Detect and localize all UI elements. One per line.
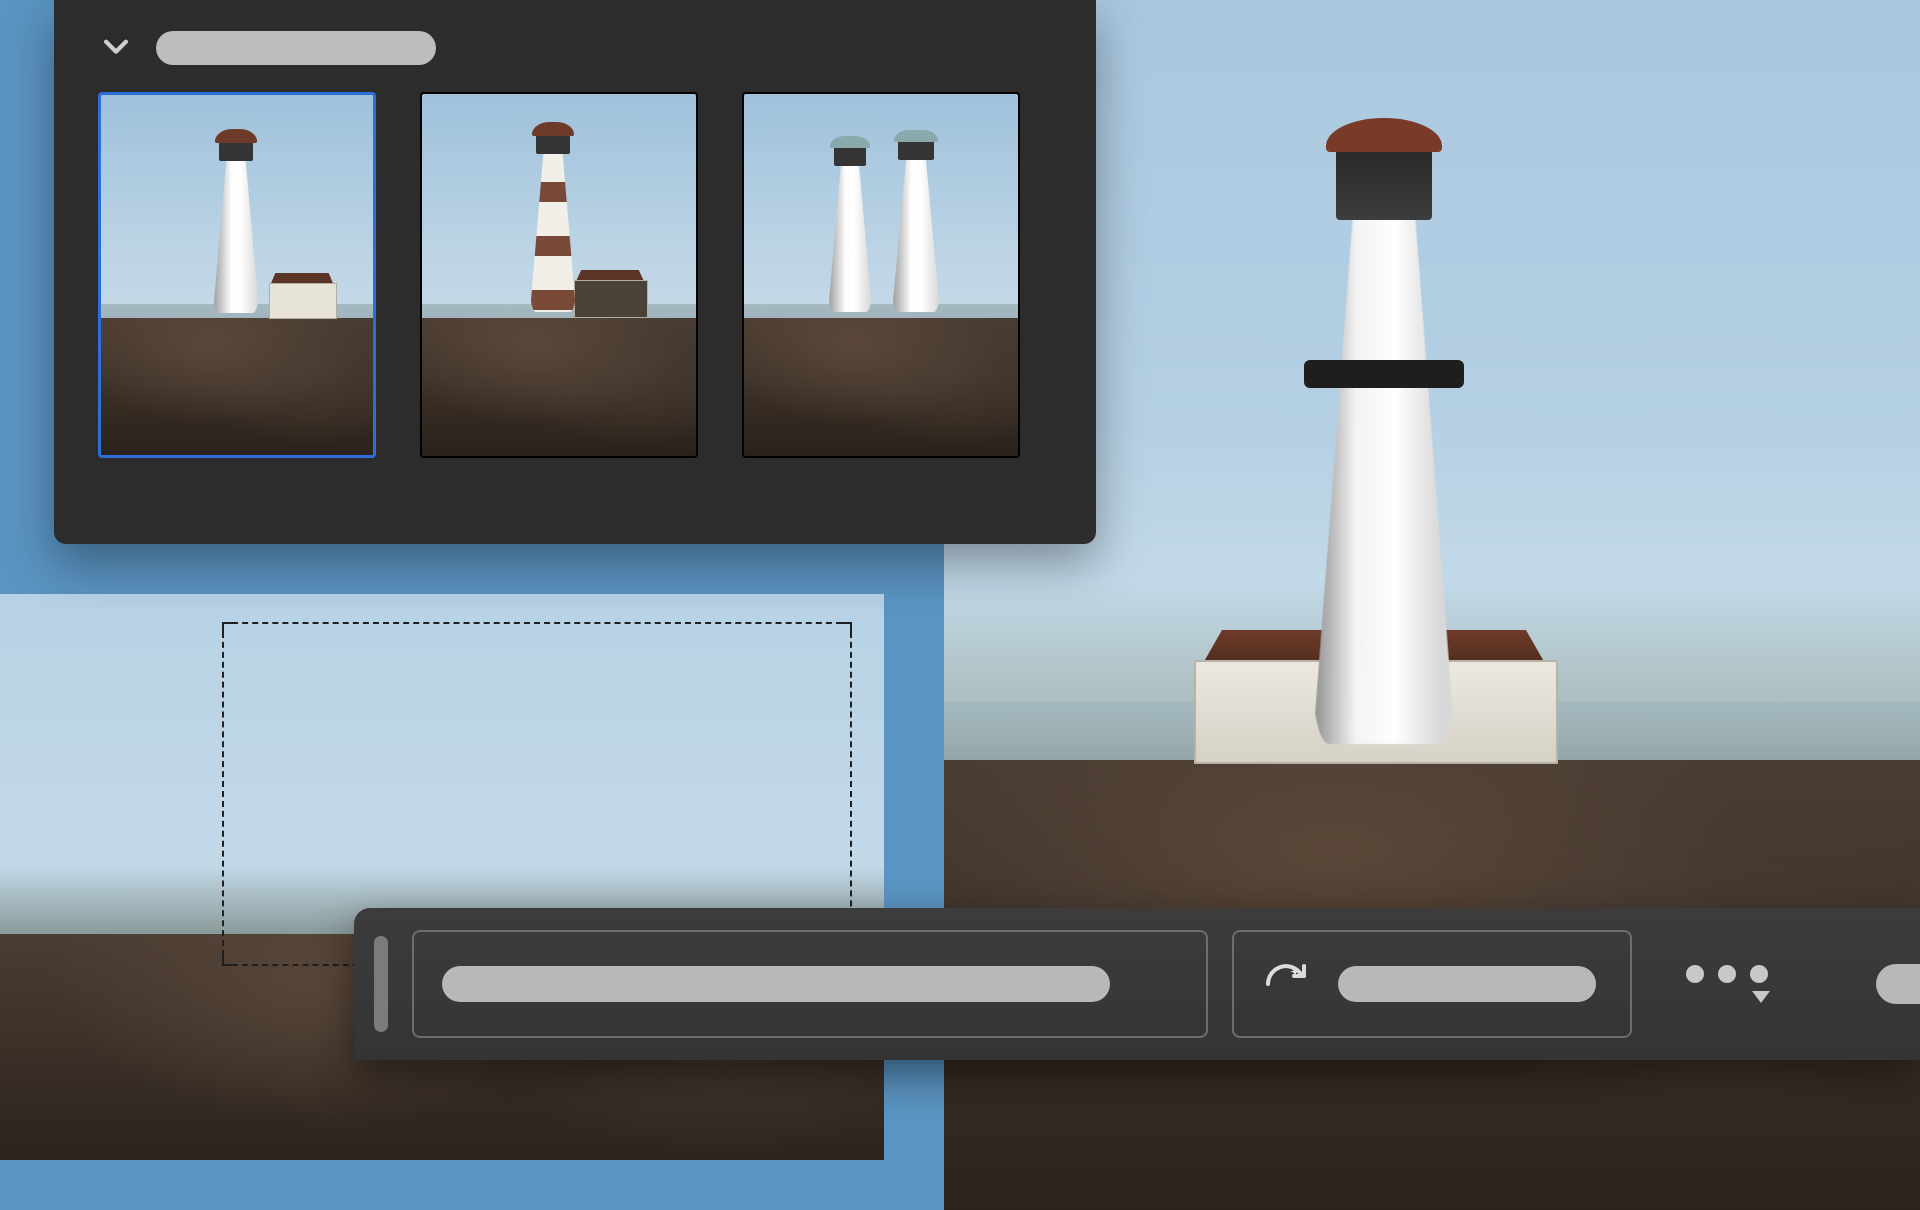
lighthouse-cap-illustration	[1326, 118, 1442, 152]
variations-panel-header	[98, 30, 1056, 66]
chevron-down-icon	[99, 29, 133, 67]
lighthouse-gallery-illustration	[1304, 360, 1464, 388]
collapse-toggle[interactable]	[98, 30, 134, 66]
generate-button[interactable]	[1232, 930, 1632, 1038]
edit-canvas[interactable]	[0, 594, 884, 1160]
regenerate-icon	[1262, 960, 1310, 1008]
prompt-placeholder	[442, 966, 1110, 1002]
more-icon	[1686, 965, 1768, 983]
generative-fill-taskbar	[354, 908, 1920, 1060]
variation-thumb-2[interactable]	[420, 92, 698, 458]
drag-handle[interactable]	[374, 936, 388, 1032]
variation-thumbnails	[98, 92, 1056, 458]
taskbar-overflow[interactable]	[1876, 964, 1920, 1004]
panel-title	[156, 31, 436, 65]
more-options-button[interactable]	[1686, 965, 1768, 1003]
generate-label	[1338, 966, 1596, 1002]
variation-thumb-1[interactable]	[98, 92, 376, 458]
variations-panel	[54, 0, 1096, 544]
prompt-input[interactable]	[412, 930, 1208, 1038]
lighthouse-lantern-illustration	[1336, 140, 1432, 220]
variation-thumb-3[interactable]	[742, 92, 1020, 458]
dropdown-caret-icon	[1752, 991, 1770, 1003]
lighthouse-tower-illustration	[1313, 205, 1455, 744]
